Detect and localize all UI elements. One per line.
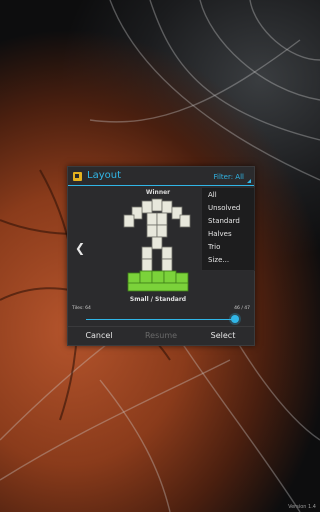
title-divider bbox=[68, 185, 254, 186]
filter-option-standard[interactable]: Standard bbox=[208, 217, 240, 225]
progress-count: 46 / 47 bbox=[234, 306, 250, 311]
button-bar-divider bbox=[68, 326, 254, 327]
dialog-title: Layout bbox=[87, 170, 121, 181]
filter-option-size[interactable]: Size... bbox=[208, 256, 229, 264]
puzzle-preview[interactable] bbox=[118, 197, 198, 299]
select-button[interactable]: Select bbox=[192, 331, 254, 340]
previous-arrow-icon[interactable]: ❮ bbox=[75, 241, 85, 255]
filter-option-unsolved[interactable]: Unsolved bbox=[208, 204, 240, 212]
puzzle-slider-fill bbox=[86, 319, 235, 320]
resume-button[interactable]: Resume bbox=[130, 331, 192, 340]
tiles-count: Tiles: 64 bbox=[72, 306, 91, 311]
layout-dialog: Layout Filter: All Winner ❮ Small / Stan… bbox=[67, 166, 255, 346]
filter-option-trio[interactable]: Trio bbox=[208, 243, 220, 251]
spinner-caret-icon bbox=[247, 179, 251, 183]
puzzle-slider-thumb[interactable] bbox=[231, 315, 239, 323]
version-label: Version 1.4 bbox=[288, 504, 316, 510]
cancel-button[interactable]: Cancel bbox=[68, 331, 130, 340]
filter-option-all[interactable]: All bbox=[208, 191, 217, 199]
dialog-titlebar: Layout Filter: All bbox=[68, 167, 254, 187]
app-logo-icon bbox=[73, 172, 82, 181]
puzzle-size-label: Small / Standard bbox=[129, 296, 187, 303]
filter-option-halves[interactable]: Halves bbox=[208, 230, 232, 238]
puzzle-name: Winner bbox=[145, 189, 171, 196]
filter-spinner[interactable]: Filter: All bbox=[214, 173, 244, 181]
filter-dropdown-menu: All Unsolved Standard Halves Trio Size..… bbox=[201, 187, 255, 271]
